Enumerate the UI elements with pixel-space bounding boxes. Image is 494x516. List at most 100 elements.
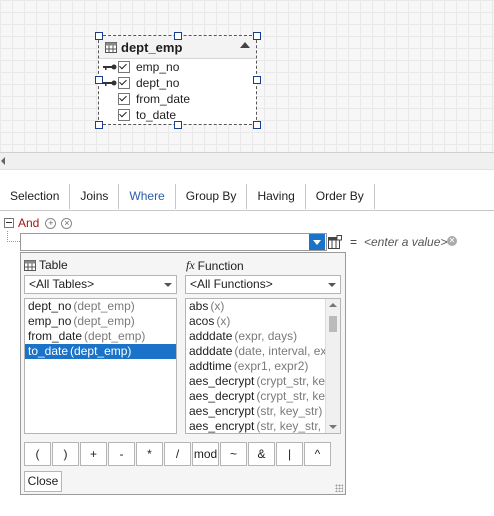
chevron-down-icon[interactable] [328, 283, 336, 287]
function-list-item[interactable]: adddate(date, interval, expr) [186, 344, 327, 359]
field-checkbox[interactable] [118, 61, 130, 73]
add-condition-icon[interactable]: + [45, 217, 57, 229]
function-list-item[interactable]: aes_encrypt (str, key_str) [186, 404, 327, 419]
function-args: (str, key_str, init) [256, 419, 327, 433]
operator-buttons: () + - * / mod ~ & | ^ [24, 442, 332, 466]
entity-field-row[interactable]: dept_no [99, 75, 256, 91]
resize-handle-sw[interactable] [95, 121, 103, 129]
operator-button[interactable]: mod [192, 442, 219, 466]
chevron-down-icon[interactable] [164, 283, 172, 287]
tab-joins[interactable]: Joins [70, 184, 120, 209]
function-header-label: Function [197, 258, 244, 273]
tab-order-by[interactable]: Order By [306, 184, 375, 209]
expression-input[interactable] [20, 233, 327, 251]
function-list-item[interactable]: aes_encrypt(str, key_str, init) [186, 419, 327, 433]
and-operator[interactable]: And [18, 216, 39, 230]
columns-list[interactable]: dept_no (dept_emp) emp_no (dept_emp) from_da… [24, 298, 177, 434]
column-name: to_date [28, 344, 69, 358]
resize-handle-ne[interactable] [253, 32, 261, 40]
resize-handle-se[interactable] [253, 121, 261, 129]
column-table: (dept_emp) [73, 299, 135, 313]
resize-handle-w[interactable] [95, 76, 103, 84]
column-list-item[interactable]: dept_no (dept_emp) [25, 299, 176, 314]
column-table: (dept_emp) [73, 314, 135, 328]
table-icon [105, 41, 117, 53]
panel-splitter[interactable] [0, 152, 494, 170]
operator-button[interactable]: | [276, 442, 303, 466]
query-tabs: Selection Joins Where Group By Having Order B… [0, 184, 494, 211]
key-icon [103, 64, 117, 70]
field-checkbox[interactable] [118, 109, 130, 121]
scroll-down-icon[interactable] [329, 425, 337, 429]
table-picker-icon[interactable] [328, 235, 342, 249]
functions-scrollbar[interactable] [325, 299, 340, 433]
column-name: emp_no [28, 314, 72, 328]
function-name: aes_encrypt [189, 404, 255, 418]
resize-handle-e[interactable] [253, 76, 261, 84]
operator-button[interactable]: ( [24, 442, 51, 466]
function-list-item[interactable]: adddate (expr, days) [186, 329, 327, 344]
resize-grip-icon[interactable] [335, 484, 343, 492]
close-button[interactable]: Close [24, 471, 62, 492]
function-name: abs [189, 299, 209, 313]
scroll-up-icon[interactable] [329, 303, 337, 307]
function-list-item[interactable]: aes_decrypt(crypt_str, key_str, init) [186, 389, 327, 404]
function-list-item[interactable]: acos (x) [186, 314, 327, 329]
table-column-header: Table [24, 258, 68, 272]
tables-combo[interactable]: <All Tables> [24, 275, 177, 294]
function-name: addtime [189, 359, 232, 373]
tab-where[interactable]: Where [119, 184, 176, 209]
resize-handle-s[interactable] [174, 121, 182, 129]
function-name: adddate [189, 344, 233, 358]
tab-group-by[interactable]: Group By [176, 184, 248, 209]
function-list-item[interactable]: aes_decrypt(crypt_str, key_str) [186, 374, 327, 389]
functions-list[interactable]: abs (x) acos (x) adddate (expr, days) adddate(… [185, 298, 341, 434]
function-args: (crypt_str, key_str, init) [256, 389, 327, 403]
operator-button[interactable]: ) [52, 442, 79, 466]
column-list-item[interactable]: from_date (dept_emp) [25, 329, 176, 344]
function-args: (date, interval, expr) [234, 344, 327, 358]
entity-field-row[interactable]: emp_no [99, 59, 256, 75]
operator-button[interactable]: + [80, 442, 107, 466]
collapse-arrow-icon[interactable] [1, 157, 5, 165]
table-icon [24, 259, 36, 271]
equals-operator[interactable]: = [350, 235, 357, 249]
function-name: adddate [189, 329, 233, 343]
function-list-item[interactable]: abs (x) [186, 299, 327, 314]
entity-box-dept-emp[interactable]: dept_emp emp_no dept_no from_date to_date [98, 35, 257, 125]
resize-handle-nw[interactable] [95, 32, 103, 40]
column-table: (dept_emp) [70, 344, 132, 358]
field-name: emp_no [136, 60, 180, 74]
operator-button[interactable]: ~ [220, 442, 247, 466]
field-checkbox[interactable] [118, 77, 130, 89]
operator-button[interactable]: * [136, 442, 163, 466]
function-list-item[interactable]: addtime (expr1, expr2) [186, 359, 327, 374]
functions-combo[interactable]: <All Functions> [185, 275, 341, 294]
function-name: aes_decrypt [189, 374, 255, 388]
value-placeholder[interactable]: <enter a value> [364, 235, 447, 249]
collapse-icon[interactable] [240, 42, 250, 48]
clear-value-icon[interactable]: ✕ [447, 236, 457, 246]
expression-dropdown-button[interactable] [309, 234, 325, 250]
column-list-item[interactable]: emp_no (dept_emp) [25, 314, 176, 329]
operator-button[interactable]: & [248, 442, 275, 466]
function-name: acos [189, 314, 215, 328]
collapse-group-icon[interactable] [4, 218, 14, 228]
column-name: dept_no [28, 299, 72, 313]
column-table: (dept_emp) [84, 329, 146, 343]
functions-combo-value: <All Functions> [190, 277, 273, 291]
scroll-thumb[interactable] [329, 316, 337, 332]
function-args: (x) [210, 299, 225, 313]
function-args: (expr, days) [234, 329, 298, 343]
column-list-item[interactable]: to_date (dept_emp) [25, 344, 176, 359]
operator-button[interactable]: ^ [304, 442, 331, 466]
operator-button[interactable]: - [108, 442, 135, 466]
resize-handle-n[interactable] [174, 32, 182, 40]
tab-selection[interactable]: Selection [0, 184, 71, 209]
expression-builder-popup: Table fx Function <All Tables> <All Func… [20, 252, 346, 495]
tab-having[interactable]: Having [247, 184, 306, 209]
field-checkbox[interactable] [118, 93, 130, 105]
operator-button[interactable]: / [164, 442, 191, 466]
remove-condition-icon[interactable]: × [61, 217, 73, 229]
entity-field-row[interactable]: from_date [99, 91, 256, 107]
